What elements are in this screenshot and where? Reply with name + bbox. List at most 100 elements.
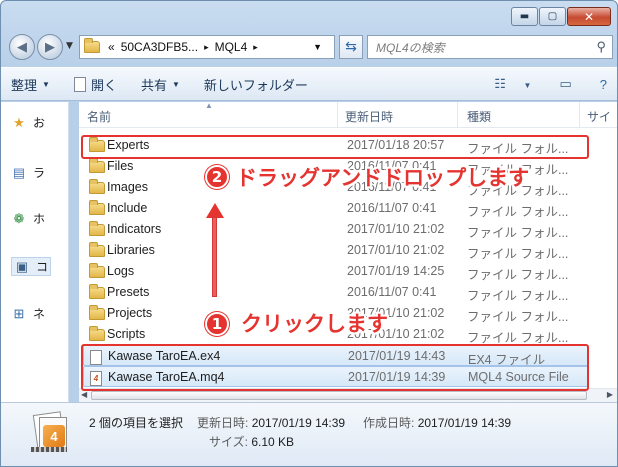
scroll-right-icon[interactable]: ▶ <box>607 390 613 399</box>
change-view-button[interactable]: ☷ ▼ <box>480 76 531 92</box>
folder-icon <box>89 326 105 344</box>
help-button[interactable]: ? <box>586 77 607 92</box>
file-name: Images <box>107 180 148 194</box>
caption-buttons: ▬ ▢ ✕ <box>510 7 611 26</box>
selection-count: 2 個の項目を選択 <box>89 416 184 430</box>
column-header-name[interactable]: 名前 <box>87 108 111 125</box>
address-separator-2[interactable]: ▸ <box>253 42 258 53</box>
folder-icon <box>89 242 105 260</box>
address-segment-1[interactable]: 50CA3DFB5... <box>121 40 198 54</box>
share-label: 共有 <box>140 77 167 93</box>
folder-icon <box>89 221 105 239</box>
size-info: サイズ: 6.10 KB <box>209 433 294 450</box>
size-value: 6.10 KB <box>251 435 295 449</box>
back-button[interactable]: ◀ <box>9 34 35 60</box>
open-button[interactable]: 開く <box>73 75 117 94</box>
folder-icon <box>89 284 105 302</box>
folder-icon <box>89 158 105 176</box>
nav-item-computer[interactable]: ▣ コ <box>11 257 52 276</box>
close-button[interactable]: ✕ <box>567 7 611 26</box>
column-header-type[interactable]: 種類 <box>467 108 491 125</box>
sort-ascending-icon: ▲ <box>205 102 213 110</box>
file-type: ファイル フォル... <box>467 310 569 324</box>
scrollbar-thumb[interactable] <box>91 391 587 400</box>
star-icon: ★ <box>13 114 25 130</box>
view-controls: ☷ ▼ ▭ ? <box>466 76 607 92</box>
new-folder-label: 新しいフォルダー <box>203 77 308 93</box>
file-name: Projects <box>107 306 153 320</box>
created-info: 作成日時: 2017/01/19 14:39 <box>363 414 511 431</box>
folder-row[interactable]: Include 2016/11/07 0:41 ファイル フォル... <box>83 198 589 219</box>
column-header-size[interactable]: サイ <box>587 108 611 125</box>
minimize-button[interactable]: ▬ <box>511 7 538 26</box>
chevron-down-icon: ▼ <box>42 79 50 89</box>
folder-row[interactable]: Presets 2016/11/07 0:41 ファイル フォル... <box>83 282 589 303</box>
file-type: ファイル フォル... <box>467 247 569 261</box>
refresh-button[interactable]: ⇆ <box>339 35 363 59</box>
folder-icon <box>84 38 100 53</box>
file-name: Logs <box>107 264 135 278</box>
modified-info: 更新日時: 2017/01/19 14:39 <box>197 414 345 431</box>
column-divider[interactable] <box>579 102 580 128</box>
preview-pane-icon: ▭ <box>559 76 572 91</box>
address-segment-2[interactable]: MQL4 <box>215 40 248 54</box>
mql4-file-icon: 4 <box>29 411 69 455</box>
file-name: Files <box>107 159 134 173</box>
refresh-icon: ⇆ <box>345 39 357 55</box>
search-box[interactable]: MQL4の検索 ⚲ <box>367 35 613 59</box>
file-type: ファイル フォル... <box>467 205 569 219</box>
folder-row[interactable]: Libraries 2017/01/10 21:02 ファイル フォル... <box>83 240 589 261</box>
nav-item-homegroup[interactable]: ❁ ホ <box>11 210 45 227</box>
highlight-experts-folder <box>81 135 589 159</box>
recent-pages-dropdown[interactable]: ▼ <box>66 41 73 51</box>
organize-button[interactable]: 整理 ▼ <box>11 75 50 94</box>
column-header-modified[interactable]: 更新日時 <box>345 108 393 125</box>
nav-item-libraries[interactable]: ▤ ラ <box>11 164 45 181</box>
details-pane: 4 2 個の項目を選択 更新日時: 2017/01/19 14:39 作成日時:… <box>1 402 617 466</box>
navigation-row: ◀ ▶ ▼ « 50CA3DFB5... ▸ MQL4 ▸ ▼ ⇆ MQL4の検… <box>9 33 613 61</box>
chevron-down-icon: ▼ <box>66 41 73 51</box>
nav-item-network[interactable]: ⊞ ネ <box>11 305 45 322</box>
address-bar[interactable]: « 50CA3DFB5... ▸ MQL4 ▸ ▼ <box>79 35 335 59</box>
file-modified: 2017/01/10 21:02 <box>347 243 445 257</box>
column-divider[interactable] <box>457 102 458 128</box>
modified-label: 更新日時: <box>197 416 249 430</box>
folder-row[interactable]: Logs 2017/01/19 14:25 ファイル フォル... <box>83 261 589 282</box>
preview-pane-button[interactable]: ▭ <box>545 76 571 92</box>
folder-icon <box>89 200 105 218</box>
folder-icon <box>89 179 105 197</box>
arrow-left-icon: ◀ <box>17 39 27 55</box>
address-overflow[interactable]: « <box>108 40 115 54</box>
nav-item-label: ラ <box>33 166 46 180</box>
chevron-down-icon: ▼ <box>171 79 180 89</box>
nav-item-favorites[interactable]: ★ お <box>11 114 45 131</box>
arrow-right-icon: ▶ <box>45 39 55 55</box>
step-2-badge: 2 <box>205 165 229 189</box>
highlight-selected-files <box>81 344 589 391</box>
folder-icon <box>89 305 105 323</box>
share-button[interactable]: 共有 ▼ <box>141 75 180 94</box>
column-divider[interactable] <box>337 102 338 128</box>
step-1-text: クリックします <box>241 312 388 336</box>
step-2-text: ドラッグアンドドロップします <box>236 166 530 190</box>
help-icon: ? <box>599 76 607 92</box>
folder-icon <box>89 263 105 281</box>
chevron-down-icon: ▼ <box>313 42 322 52</box>
maximize-button[interactable]: ▢ <box>539 7 566 26</box>
chevron-down-icon: ▼ <box>523 81 532 90</box>
search-icon[interactable]: ⚲ <box>596 39 606 55</box>
scroll-left-icon[interactable]: ◀ <box>81 390 87 399</box>
computer-icon: ▣ <box>15 258 29 274</box>
document-icon <box>73 76 86 92</box>
file-modified: 2016/11/07 0:41 <box>347 285 437 299</box>
forward-button[interactable]: ▶ <box>37 34 63 60</box>
folder-row[interactable]: Indicators 2017/01/10 21:02 ファイル フォル... <box>83 219 589 240</box>
search-input[interactable]: MQL4の検索 <box>376 39 445 56</box>
address-history-dropdown[interactable]: ▼ <box>313 42 328 52</box>
drag-arrow-head <box>206 203 224 218</box>
drag-arrow-shaft <box>212 217 217 297</box>
new-folder-button[interactable]: 新しいフォルダー <box>204 75 308 94</box>
nav-item-label: ホ <box>33 212 46 226</box>
address-separator-1[interactable]: ▸ <box>204 42 209 53</box>
file-modified: 2017/01/10 21:02 <box>347 222 445 236</box>
